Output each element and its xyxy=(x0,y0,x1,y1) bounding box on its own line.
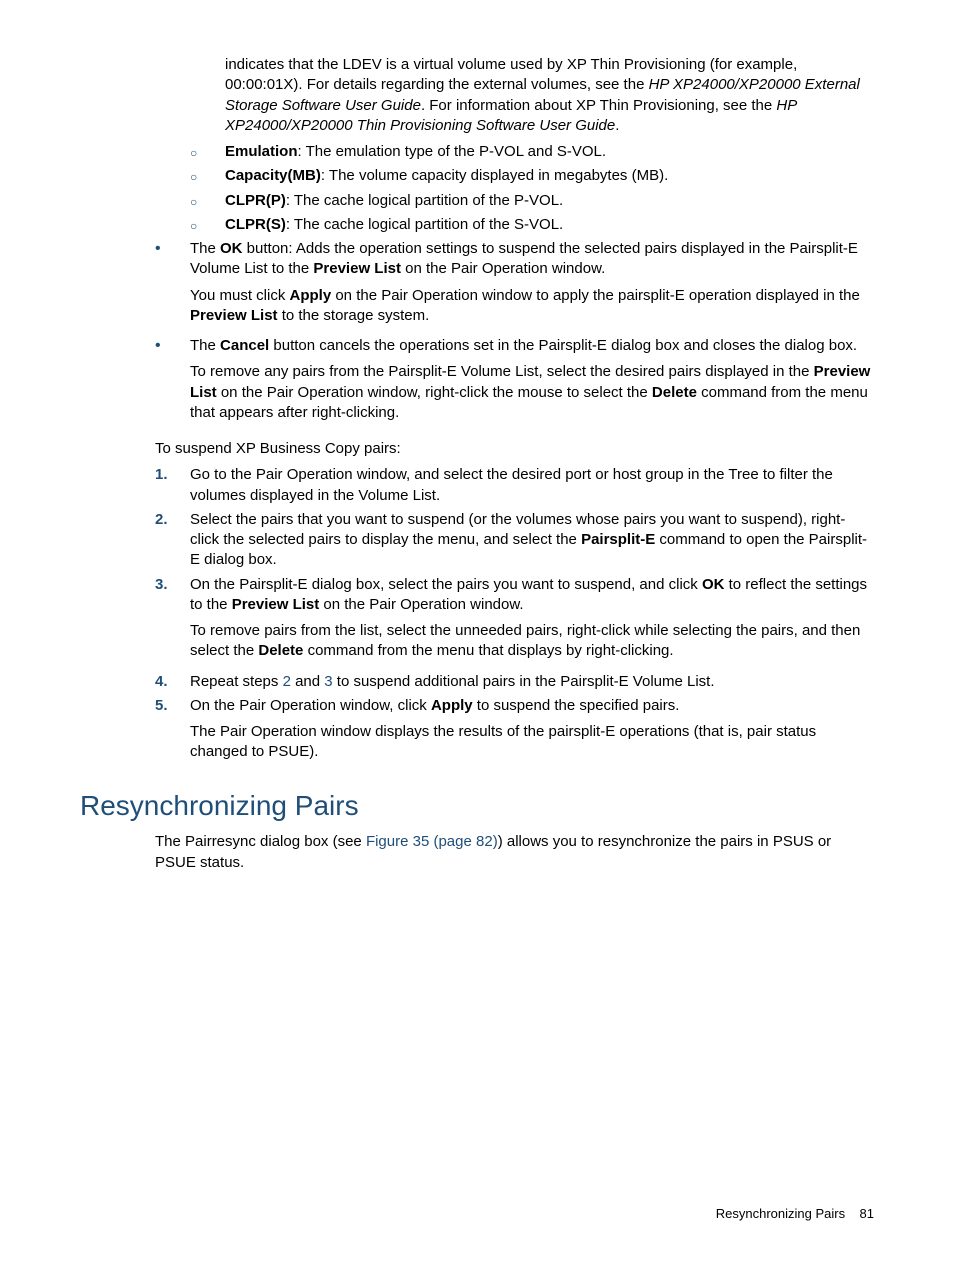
list-content: Emulation: The emulation type of the P-V… xyxy=(225,142,874,162)
pairsplit-label: Pairsplit-E xyxy=(581,531,655,548)
step-content: On the Pair Operation window, click Appl… xyxy=(190,696,874,769)
text: . xyxy=(615,117,619,134)
delete-label: Delete xyxy=(258,642,303,659)
text: to suspend additional pairs in the Pairs… xyxy=(333,673,715,690)
step-1: 1. Go to the Pair Operation window, and … xyxy=(155,465,874,506)
sublist-item-clprs: ○ CLPR(S): The cache logical partition o… xyxy=(190,215,874,235)
text: The xyxy=(190,337,220,354)
bullet-hollow-icon: ○ xyxy=(190,142,225,162)
list-item-cancel: • The Cancel button cancels the operatio… xyxy=(155,336,874,429)
text: to suspend the specified pairs. xyxy=(473,697,680,714)
label: CLPR(S) xyxy=(225,216,286,233)
delete-label: Delete xyxy=(652,384,697,401)
preview-list-label: Preview List xyxy=(190,307,278,324)
text: on the Pair Operation window. xyxy=(319,596,523,613)
page-number: 81 xyxy=(860,1206,874,1221)
label: Capacity(MB) xyxy=(225,167,321,184)
text: . For information about XP Thin Provisio… xyxy=(421,97,776,114)
paragraph: On the Pair Operation window, click Appl… xyxy=(190,696,874,716)
text: On the Pair Operation window, click xyxy=(190,697,431,714)
resync-paragraph: The Pairresync dialog box (see Figure 35… xyxy=(155,832,874,873)
text: on the Pair Operation window. xyxy=(401,260,605,277)
list-content: The OK button: Adds the operation settin… xyxy=(190,239,874,332)
bullet-hollow-icon: ○ xyxy=(190,215,225,235)
label: Emulation xyxy=(225,143,298,160)
sublist-item-capacity: ○ Capacity(MB): The volume capacity disp… xyxy=(190,166,874,186)
step-number: 4. xyxy=(155,672,190,692)
preview-list-label: Preview List xyxy=(313,260,401,277)
step-5: 5. On the Pair Operation window, click A… xyxy=(155,696,874,769)
sublist-item-clprp: ○ CLPR(P): The cache logical partition o… xyxy=(190,191,874,211)
list-content: The Cancel button cancels the operations… xyxy=(190,336,874,429)
paragraph: You must click Apply on the Pair Operati… xyxy=(190,286,874,327)
link-step-2[interactable]: 2 xyxy=(283,673,291,690)
paragraph: To remove pairs from the list, select th… xyxy=(190,621,874,662)
bullet-solid-icon: • xyxy=(155,336,190,429)
section-heading-resync: Resynchronizing Pairs xyxy=(80,787,874,825)
paragraph: To remove any pairs from the Pairsplit-E… xyxy=(190,362,874,423)
page-content: indicates that the LDEV is a virtual vol… xyxy=(0,0,954,909)
text: You must click xyxy=(190,287,290,304)
text: Repeat steps xyxy=(190,673,283,690)
text: to the storage system. xyxy=(278,307,430,324)
bullet-solid-icon: • xyxy=(155,239,190,332)
text: To remove any pairs from the Pairsplit-E… xyxy=(190,363,814,380)
text: and xyxy=(291,673,324,690)
label: CLPR(P) xyxy=(225,192,286,209)
preview-list-label: Preview List xyxy=(232,596,320,613)
text: on the Pair Operation window to apply th… xyxy=(331,287,860,304)
apply-label: Apply xyxy=(431,697,473,714)
text: On the Pairsplit-E dialog box, select th… xyxy=(190,576,702,593)
page-footer: Resynchronizing Pairs 81 xyxy=(716,1205,874,1223)
paragraph: On the Pairsplit-E dialog box, select th… xyxy=(190,575,874,616)
footer-label: Resynchronizing Pairs xyxy=(716,1206,845,1221)
paragraph: The Cancel button cancels the operations… xyxy=(190,336,874,356)
intro-paragraph: indicates that the LDEV is a virtual vol… xyxy=(225,55,874,136)
step-content: Go to the Pair Operation window, and sel… xyxy=(190,465,874,506)
ok-label: OK xyxy=(702,576,725,593)
text: The Pairresync dialog box (see xyxy=(155,833,366,850)
step-3: 3. On the Pairsplit-E dialog box, select… xyxy=(155,575,874,668)
list-content: CLPR(S): The cache logical partition of … xyxy=(225,215,874,235)
step-number: 3. xyxy=(155,575,190,668)
ok-label: OK xyxy=(220,240,243,257)
bullet-hollow-icon: ○ xyxy=(190,166,225,186)
paragraph: The OK button: Adds the operation settin… xyxy=(190,239,874,280)
text: The xyxy=(190,240,220,257)
list-content: Capacity(MB): The volume capacity displa… xyxy=(225,166,874,186)
bullet-hollow-icon: ○ xyxy=(190,191,225,211)
cancel-label: Cancel xyxy=(220,337,269,354)
list-item-ok: • The OK button: Adds the operation sett… xyxy=(155,239,874,332)
sublist-item-emulation: ○ Emulation: The emulation type of the P… xyxy=(190,142,874,162)
link-figure-35[interactable]: Figure 35 (page 82) xyxy=(366,833,498,850)
step-number: 2. xyxy=(155,510,190,571)
text: : The cache logical partition of the P-V… xyxy=(286,192,563,209)
link-step-3[interactable]: 3 xyxy=(324,673,332,690)
step-4: 4. Repeat steps 2 and 3 to suspend addit… xyxy=(155,672,874,692)
step-content: Select the pairs that you want to suspen… xyxy=(190,510,874,571)
text: on the Pair Operation window, right-clic… xyxy=(217,384,652,401)
apply-label: Apply xyxy=(290,287,332,304)
text: : The volume capacity displayed in megab… xyxy=(321,167,668,184)
step-2: 2. Select the pairs that you want to sus… xyxy=(155,510,874,571)
suspend-intro: To suspend XP Business Copy pairs: xyxy=(155,439,874,459)
step-content: On the Pairsplit-E dialog box, select th… xyxy=(190,575,874,668)
list-content: CLPR(P): The cache logical partition of … xyxy=(225,191,874,211)
step-number: 5. xyxy=(155,696,190,769)
text: button cancels the operations set in the… xyxy=(269,337,857,354)
text: command from the menu that displays by r… xyxy=(303,642,673,659)
text: : The emulation type of the P-VOL and S-… xyxy=(298,143,607,160)
paragraph: The Pair Operation window displays the r… xyxy=(190,722,874,763)
step-content: Repeat steps 2 and 3 to suspend addition… xyxy=(190,672,874,692)
step-number: 1. xyxy=(155,465,190,506)
text: : The cache logical partition of the S-V… xyxy=(286,216,563,233)
